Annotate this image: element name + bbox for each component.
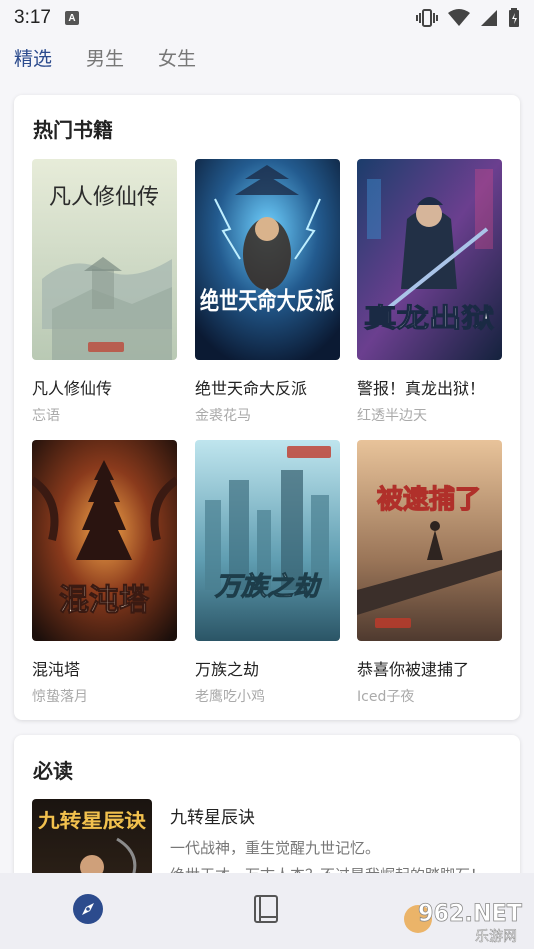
book-title: 混沌塔 <box>32 660 81 679</box>
vibrate-icon <box>416 9 438 27</box>
book-item[interactable]: 混沌塔 混沌塔 惊蛰落月 <box>32 440 177 706</box>
cover-title-text: 九转星辰诀 <box>37 809 147 832</box>
status-bar: 3:17 A <box>0 0 534 36</box>
book-cover[interactable]: 万族之劫 <box>195 440 340 641</box>
cover-title-text: 万族之劫 <box>214 572 322 602</box>
book-item[interactable]: 绝世天命大反派 绝世天命大反派 金裘花马 <box>195 159 340 425</box>
book-author: 金裘花马 <box>195 408 251 424</box>
tab-male[interactable]: 男生 <box>86 44 124 71</box>
section-title: 热门书籍 <box>33 118 113 142</box>
status-icons <box>416 8 520 28</box>
book-icon <box>253 894 279 928</box>
book-title: 绝世天命大反派 <box>195 379 308 398</box>
nav-discover[interactable] <box>68 891 108 931</box>
book-author: 忘语 <box>32 408 60 424</box>
signal-icon <box>480 9 498 27</box>
book-item[interactable]: 万族之劫 万族之劫 老鹰吃小鸡 <box>195 440 340 706</box>
cover-title-text: 被逮捕了 <box>377 485 481 515</box>
book-title[interactable]: 九转星辰诀 <box>170 803 255 828</box>
book-cover[interactable]: 真龙出狱 <box>357 159 502 360</box>
book-author: 红透半边天 <box>357 408 427 424</box>
book-author: 惊蛰落月 <box>32 689 88 705</box>
book-cover[interactable]: 绝世天命大反派 <box>195 159 340 360</box>
compass-icon <box>72 893 104 929</box>
wifi-icon <box>448 9 470 27</box>
nav-bookshelf[interactable] <box>246 891 286 931</box>
battery-icon <box>508 8 520 28</box>
status-time: 3:17 <box>14 7 51 28</box>
watermark-subtext: 乐游网 <box>475 929 517 945</box>
cover-title-text: 绝世天命大反派 <box>200 287 334 315</box>
tab-featured[interactable]: 精选 <box>14 44 52 71</box>
book-item[interactable]: 被逮捕了 恭喜你被逮捕了 Iced子夜 <box>357 440 502 706</box>
watermark-text: 962.NET <box>418 899 523 927</box>
book-cover[interactable]: 混沌塔 <box>32 440 177 641</box>
description-line: 一代战神，重生觉醒九世记忆。 <box>170 839 381 857</box>
hot-books-card: 热门书籍 凡人修仙传 凡人修仙传 忘语 绝世天命大反派 绝世天命大反派 金裘花马… <box>14 95 520 720</box>
book-title: 凡人修仙传 <box>32 379 113 398</box>
book-item[interactable]: 真龙出狱 警报！真龙出狱！ 红透半边天 <box>357 159 502 425</box>
book-item[interactable]: 凡人修仙传 凡人修仙传 忘语 <box>32 159 177 425</box>
cover-title-text: 凡人修仙传 <box>49 185 159 210</box>
cover-title-text: 真龙出狱 <box>364 304 494 334</box>
category-tabs: 精选 男生 女生 <box>14 44 196 71</box>
book-author: 老鹰吃小鸡 <box>195 689 265 705</box>
book-cover[interactable]: 凡人修仙传 <box>32 159 177 360</box>
site-watermark: 962.NET 乐游网 <box>400 893 528 947</box>
book-cover[interactable]: 被逮捕了 <box>357 440 502 641</box>
book-title: 万族之劫 <box>195 660 260 679</box>
book-title: 警报！真龙出狱！ <box>357 379 486 398</box>
notification-a-icon: A <box>64 11 79 25</box>
cover-title-text: 混沌塔 <box>59 583 150 618</box>
book-author: Iced子夜 <box>357 689 415 705</box>
section-title: 必读 <box>33 759 73 783</box>
tab-female[interactable]: 女生 <box>158 44 196 71</box>
book-title: 恭喜你被逮捕了 <box>357 660 470 679</box>
